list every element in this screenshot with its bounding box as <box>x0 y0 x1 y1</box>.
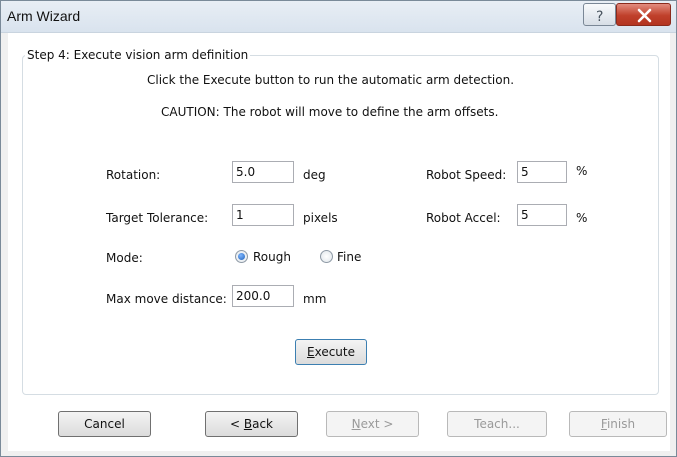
robot-speed-input[interactable] <box>517 161 567 183</box>
window-title: Arm Wizard <box>7 8 81 24</box>
title-bar: Arm Wizard ? <box>1 1 676 33</box>
rotation-input[interactable] <box>232 161 294 183</box>
execute-button[interactable]: Execute <box>295 339 367 365</box>
robot-accel-input[interactable] <box>517 204 567 226</box>
caution-text: CAUTION: The robot will move to define t… <box>161 105 499 119</box>
instruction-text: Click the Execute button to run the auto… <box>147 73 515 87</box>
help-icon: ? <box>596 9 603 25</box>
rotation-unit: deg <box>303 168 326 182</box>
finish-button[interactable]: Finish <box>569 411 667 437</box>
arm-wizard-window: Arm Wizard ? Step 4: Execute vision arm … <box>0 0 677 457</box>
robot-accel-unit: % <box>576 211 588 225</box>
cancel-button[interactable]: Cancel <box>58 411 151 437</box>
mode-fine-radio[interactable] <box>320 250 333 263</box>
target-tolerance-unit: pixels <box>303 211 338 225</box>
back-prefix: < <box>229 417 244 431</box>
target-tolerance-input[interactable] <box>232 204 294 226</box>
back-mnemonic: B <box>243 417 253 431</box>
close-icon <box>637 8 652 23</box>
mode-rough-label[interactable]: Rough <box>253 250 291 264</box>
rotation-label: Rotation: <box>106 168 161 182</box>
robot-accel-label: Robot Accel: <box>426 211 501 225</box>
next-button[interactable]: Next > <box>326 411 419 437</box>
next-mnemonic: N <box>351 417 361 431</box>
max-move-distance-unit: mm <box>303 292 327 306</box>
teach-button[interactable]: Teach... <box>447 411 547 437</box>
wizard-body: Step 4: Execute vision arm definition Cl… <box>8 33 670 451</box>
mode-rough-radio[interactable] <box>235 250 248 263</box>
back-label: ack <box>252 417 273 431</box>
mode-fine-label[interactable]: Fine <box>337 250 361 264</box>
mode-label: Mode: <box>106 251 143 265</box>
step-title: Step 4: Execute vision arm definition <box>25 48 251 62</box>
back-button[interactable]: < Back <box>205 411 298 437</box>
execute-label: xecute <box>314 345 355 359</box>
robot-speed-label: Robot Speed: <box>426 168 507 182</box>
svg-text:?: ? <box>596 9 603 25</box>
max-move-distance-input[interactable] <box>232 285 294 307</box>
finish-label: inish <box>606 417 636 431</box>
max-move-distance-label: Max move distance: <box>106 292 227 306</box>
robot-speed-unit: % <box>576 164 588 178</box>
execute-mnemonic: E <box>307 345 315 359</box>
teach-label: Teach... <box>474 417 520 431</box>
target-tolerance-label: Target Tolerance: <box>106 211 209 225</box>
help-button[interactable]: ? <box>583 3 616 26</box>
cancel-label: Cancel <box>84 417 125 431</box>
next-label: ext > <box>360 417 394 431</box>
close-button[interactable] <box>616 3 671 26</box>
